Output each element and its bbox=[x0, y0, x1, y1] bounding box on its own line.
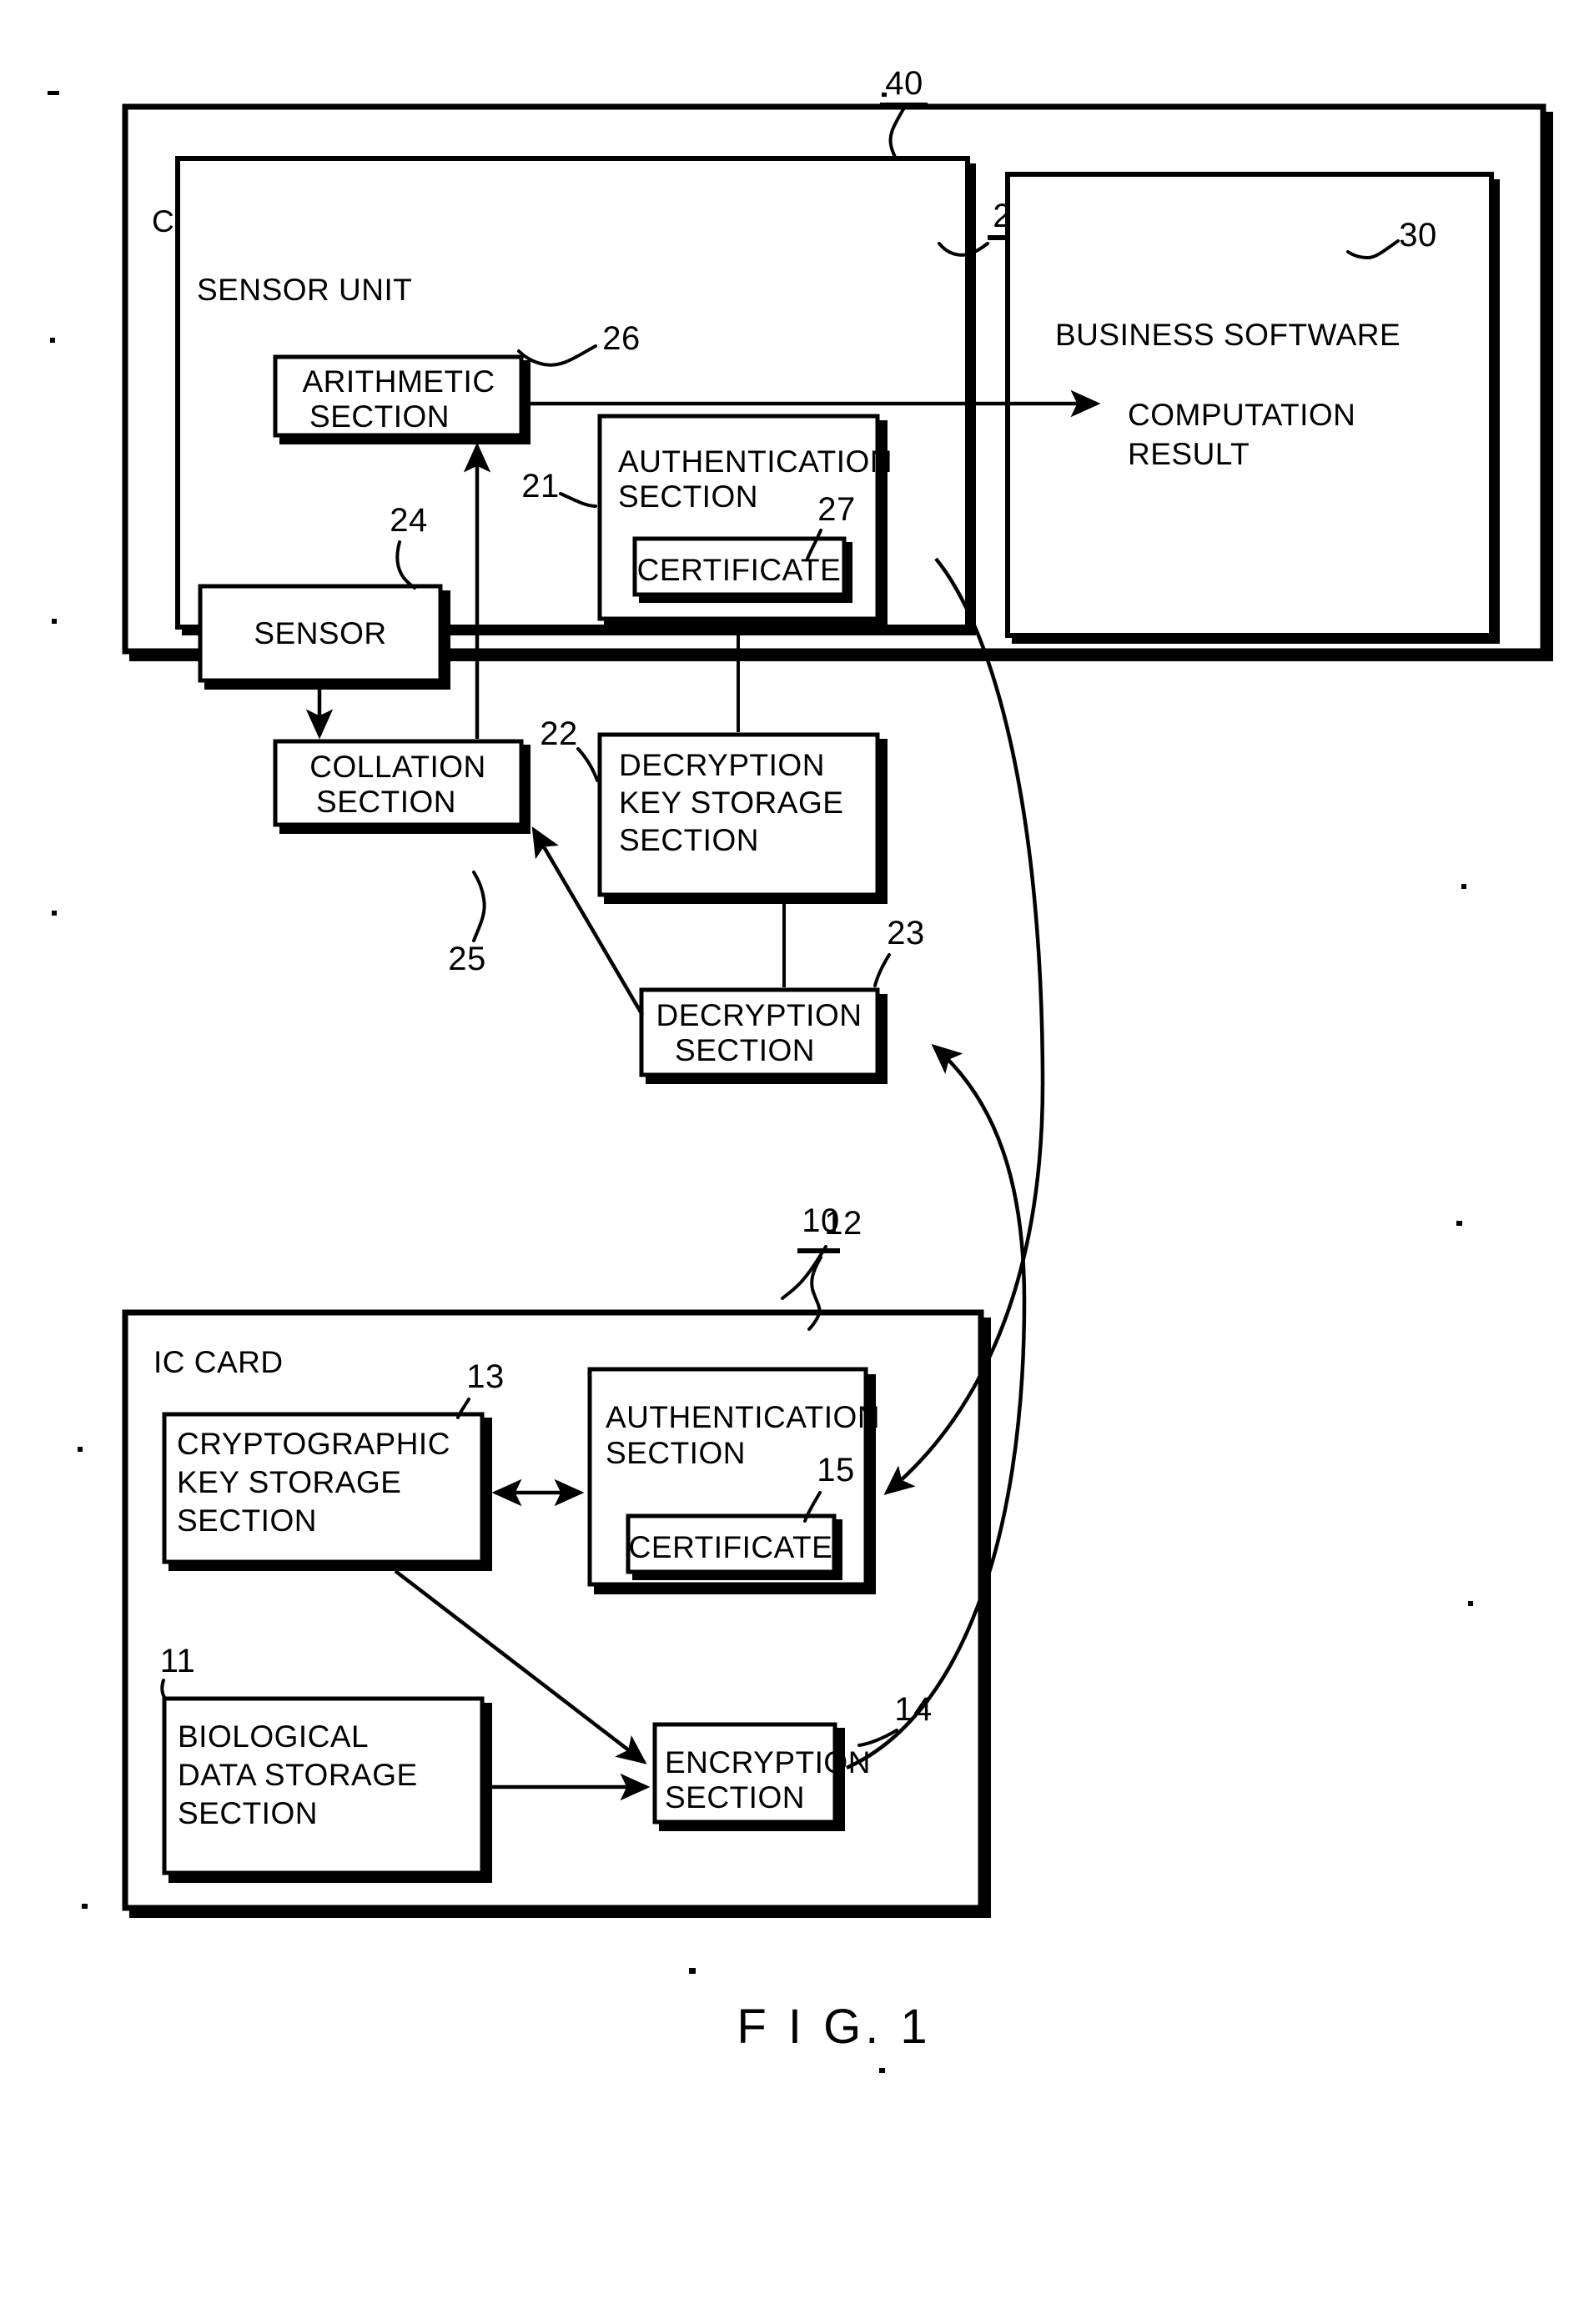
ref-25: 25 bbox=[448, 941, 486, 977]
figure-caption: F I G. 1 bbox=[737, 2000, 931, 2054]
scan-speck bbox=[1456, 1221, 1462, 1226]
auth-section-sensor-line-2: SECTION bbox=[618, 479, 758, 514]
auth-section-ic-line-1: AUTHENTICATION bbox=[606, 1400, 880, 1434]
ref-23-leader bbox=[873, 953, 891, 987]
ref-13: 13 bbox=[466, 1358, 505, 1395]
ref-12-leader bbox=[781, 1245, 827, 1300]
bio-data-storage-line-2: DATA STORAGE bbox=[178, 1758, 418, 1792]
scan-speck bbox=[1461, 884, 1466, 889]
crypto-key-storage-line-3: SECTION bbox=[177, 1503, 317, 1538]
collation-section-line-1: COLLATION bbox=[309, 750, 485, 784]
decryption-key-storage-line-1: DECRYPTION bbox=[619, 748, 825, 782]
ref-12: 12 bbox=[824, 1205, 862, 1242]
decryption-key-storage-line-2: KEY STORAGE bbox=[619, 786, 843, 820]
auth-section-sensor-line-1: AUTHENTICATION bbox=[618, 444, 893, 479]
decryption-key-storage-line-3: SECTION bbox=[619, 823, 759, 857]
ref-26: 26 bbox=[602, 320, 641, 357]
arithmetic-section-line-2: SECTION bbox=[309, 399, 450, 434]
ref-40: 40 bbox=[885, 65, 923, 102]
scan-speck bbox=[78, 1447, 83, 1452]
certificate-sensor-label: CERTIFICATE bbox=[637, 553, 842, 587]
crypto-key-storage-line-1: CRYPTOGRAPHIC bbox=[177, 1427, 450, 1461]
computation-result-line-1: COMPUTATION bbox=[1128, 398, 1355, 432]
ref-22-leader bbox=[576, 747, 599, 782]
ref-21: 21 bbox=[521, 468, 560, 504]
patent-figure: CLIENT UNIT 40 SENSOR UNIT 20 BUSINESS S… bbox=[0, 0, 1574, 2324]
business-software-label: BUSINESS SOFTWARE bbox=[1055, 318, 1401, 352]
ref-25-leader bbox=[472, 871, 486, 942]
ref-27: 27 bbox=[817, 491, 856, 528]
decryption-section-line-2: SECTION bbox=[675, 1033, 815, 1067]
scan-speck bbox=[1468, 1601, 1473, 1606]
scan-speck bbox=[879, 2068, 885, 2073]
bio-data-storage-line-1: BIOLOGICAL bbox=[178, 1719, 369, 1754]
ref-22: 22 bbox=[540, 715, 578, 752]
computation-result-line-2: RESULT bbox=[1128, 437, 1250, 471]
ref-15: 15 bbox=[817, 1452, 855, 1488]
arithmetic-section-line-1: ARITHMETIC bbox=[302, 364, 495, 399]
encryption-section-line-1: ENCRYPTION bbox=[665, 1745, 871, 1779]
figure-canvas: CLIENT UNIT 40 SENSOR UNIT 20 BUSINESS S… bbox=[48, 65, 1553, 2073]
scan-speck bbox=[48, 91, 59, 95]
encryption-section-line-2: SECTION bbox=[665, 1780, 805, 1815]
ref-23: 23 bbox=[887, 915, 925, 951]
sensor-unit-label: SENSOR UNIT bbox=[197, 273, 412, 307]
scan-speck bbox=[52, 911, 57, 916]
crypto-key-storage-line-2: KEY STORAGE bbox=[177, 1465, 401, 1499]
collation-section-line-2: SECTION bbox=[316, 785, 456, 819]
decryption-section-line-1: DECRYPTION bbox=[656, 998, 862, 1032]
scan-speck bbox=[82, 1904, 88, 1909]
ref-11: 11 bbox=[160, 1643, 196, 1679]
auth-section-ic-line-2: SECTION bbox=[606, 1436, 746, 1470]
ref-30: 30 bbox=[1399, 217, 1437, 253]
ref-14: 14 bbox=[894, 1691, 933, 1728]
bio-data-storage-line-3: SECTION bbox=[178, 1796, 318, 1830]
scan-speck bbox=[50, 338, 55, 343]
sensor-label: SENSOR bbox=[254, 616, 386, 650]
ref-24: 24 bbox=[390, 502, 428, 539]
scan-speck bbox=[52, 619, 57, 624]
ic-card-label: IC CARD bbox=[153, 1345, 284, 1379]
certificate-ic-label: CERTIFICATE bbox=[629, 1530, 833, 1564]
scan-speck bbox=[689, 1968, 696, 1974]
